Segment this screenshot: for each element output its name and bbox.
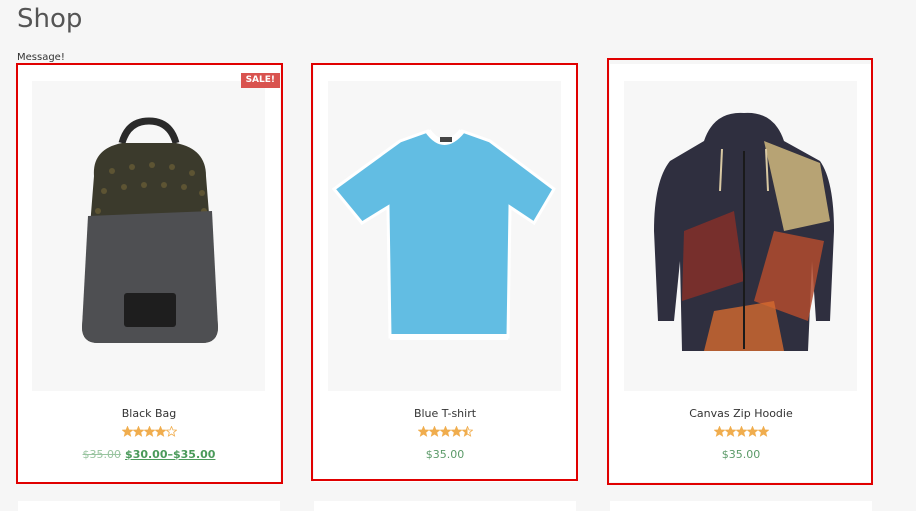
product-title[interactable]: Canvas Zip Hoodie <box>610 407 872 420</box>
star-icon <box>735 426 747 437</box>
product-title[interactable]: Blue T-shirt <box>314 407 576 420</box>
star-icon <box>428 426 440 437</box>
star-icon <box>439 426 451 437</box>
star-icon <box>461 426 473 437</box>
star-icon <box>143 426 155 437</box>
product-card-blue-tshirt[interactable]: Blue T-shirt $35.00 <box>314 64 576 482</box>
backpack-image <box>82 117 218 343</box>
sale-price: $30.00–$35.00 <box>125 448 216 461</box>
star-rating <box>18 426 280 440</box>
star-icon <box>154 426 166 437</box>
product-price: $35.00 $30.00–$35.00 <box>18 448 280 461</box>
star-icon <box>757 426 769 437</box>
product-card-canvas-zip-hoodie[interactable]: Canvas Zip Hoodie $35.00 <box>610 64 872 482</box>
product-price: $35.00 <box>314 448 576 461</box>
star-icon <box>450 426 462 437</box>
star-rating <box>314 426 576 440</box>
star-icon <box>121 426 133 437</box>
notice-message: Message! <box>17 52 65 63</box>
sale-badge: SALE! <box>240 73 280 88</box>
hoodie-image <box>654 112 834 351</box>
product-card-partial[interactable] <box>314 501 576 511</box>
product-image-black-bag[interactable] <box>32 81 265 391</box>
product-card-partial[interactable] <box>18 501 280 511</box>
page-title: Shop <box>17 4 83 34</box>
price: $35.00 <box>721 448 761 461</box>
star-icon <box>724 426 736 437</box>
star-icon <box>417 426 429 437</box>
price: $35.00 <box>425 448 465 461</box>
product-card-partial[interactable] <box>610 501 872 511</box>
star-icon <box>165 426 177 437</box>
star-icon <box>132 426 144 437</box>
product-card-black-bag[interactable]: SALE! Black Bag $35.00 $30.00–$35.00 <box>18 64 280 482</box>
product-price: $35.00 <box>610 448 872 461</box>
product-image-canvas-zip-hoodie[interactable] <box>624 81 857 391</box>
star-icon <box>746 426 758 437</box>
tshirt-image <box>331 129 556 340</box>
old-price: $35.00 <box>82 448 122 461</box>
product-title[interactable]: Black Bag <box>18 407 280 420</box>
product-image-blue-tshirt[interactable] <box>328 81 561 391</box>
star-icon <box>713 426 725 437</box>
star-rating <box>610 426 872 440</box>
